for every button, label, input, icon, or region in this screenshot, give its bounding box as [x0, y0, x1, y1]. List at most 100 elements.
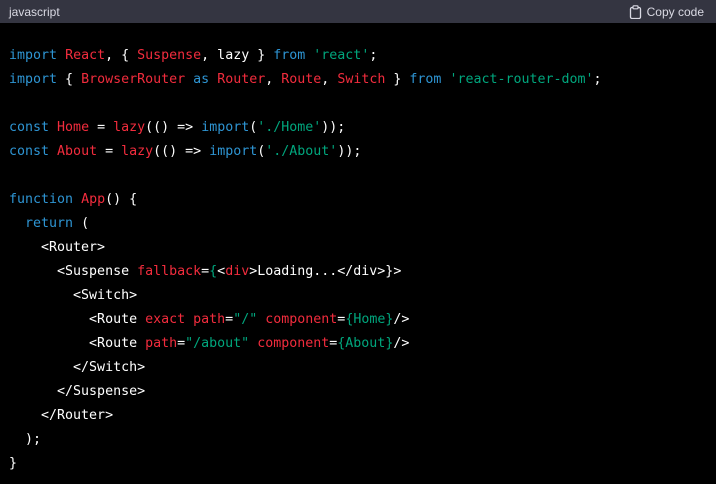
code-line: <Router>: [9, 236, 707, 260]
code-block-header: javascript Copy code: [0, 0, 716, 23]
code-token: =: [97, 144, 122, 159]
code-token: About: [57, 144, 98, 159]
code-token: {Home}: [345, 312, 394, 327]
code-token: './Home': [257, 120, 322, 135]
code-token: component: [265, 312, 338, 327]
code-token: "/about": [185, 336, 250, 351]
code-line: </Suspense>: [9, 380, 707, 404]
code-token: function: [9, 192, 74, 207]
code-token: () {: [105, 192, 138, 207]
code-token: const: [9, 120, 50, 135]
code-line: return (: [9, 212, 707, 236]
code-token: (: [73, 216, 90, 231]
code-line: <Route path="/about" component={About}/>: [9, 332, 707, 356]
clipboard-icon: [629, 4, 641, 19]
code-token: Suspense: [137, 48, 202, 63]
code-token: "/": [233, 312, 258, 327]
code-token: ;: [593, 72, 602, 87]
code-token: <: [217, 264, 226, 279]
code-token: 'react': [313, 48, 370, 63]
code-language-label: javascript: [9, 4, 60, 19]
code-line: </Switch>: [9, 356, 707, 380]
code-token: <Suspense: [9, 264, 138, 279]
code-token: ));: [337, 144, 362, 159]
code-token: path: [145, 336, 178, 351]
code-token: </Router>: [9, 408, 114, 423]
code-token: const: [9, 144, 50, 159]
code-token: from: [409, 72, 442, 87]
code-token: =: [201, 264, 210, 279]
code-token: Switch: [337, 72, 386, 87]
code-token: as: [193, 72, 210, 87]
code-token: from: [273, 48, 306, 63]
code-token: App: [81, 192, 106, 207]
code-token: >Loading...</div>}>: [249, 264, 402, 279]
code-line: const About = lazy(() => import('./About…: [9, 140, 707, 164]
code-token: , {: [105, 48, 138, 63]
code-token: <Route: [9, 312, 146, 327]
code-token: return: [25, 216, 74, 231]
code-line: <Switch>: [9, 284, 707, 308]
code-line: const Home = lazy(() => import('./Home')…: [9, 116, 707, 140]
code-token: Home: [57, 120, 90, 135]
code-token: 'react-router-dom': [449, 72, 594, 87]
code-token: React: [65, 48, 106, 63]
code-token: exact: [145, 312, 186, 327]
copy-code-label: Copy code: [646, 4, 704, 19]
code-line: import { BrowserRouter as Router, Route,…: [9, 68, 707, 92]
code-token: path: [193, 312, 226, 327]
code-token: </Switch>: [9, 360, 146, 375]
code-line: <Route exact path="/" component={Home}/>: [9, 308, 707, 332]
code-token: {: [209, 264, 218, 279]
code-token: <Route: [9, 336, 146, 351]
code-token: import: [9, 72, 58, 87]
code-token: {About}: [337, 336, 394, 351]
code-token: import: [209, 144, 258, 159]
code-token: , lazy }: [201, 48, 274, 63]
code-token: lazy: [121, 144, 154, 159]
code-line: </Router>: [9, 404, 707, 428]
code-token: }: [9, 456, 18, 471]
code-line: }: [9, 452, 707, 476]
code-token: fallback: [137, 264, 202, 279]
code-token: </Suspense>: [9, 384, 146, 399]
code-token: ));: [321, 120, 346, 135]
copy-code-button[interactable]: Copy code: [629, 5, 704, 19]
code-token: }: [385, 72, 410, 87]
code-token: =: [177, 336, 186, 351]
code-token: (() =>: [145, 120, 202, 135]
code-token: (() =>: [153, 144, 210, 159]
code-token: />: [393, 336, 410, 351]
code-token: <Switch>: [9, 288, 138, 303]
code-token: ,: [321, 72, 338, 87]
code-token: />: [393, 312, 410, 327]
code-token: =: [225, 312, 234, 327]
code-token: import: [9, 48, 58, 63]
code-line: );: [9, 428, 707, 452]
code-token: lazy: [113, 120, 146, 135]
code-token: Router: [217, 72, 266, 87]
code-token: ,: [265, 72, 282, 87]
code-line: function App() {: [9, 188, 707, 212]
code-token: <Router>: [9, 240, 106, 255]
code-token: BrowserRouter: [81, 72, 186, 87]
code-token: {: [57, 72, 82, 87]
code-line: <Suspense fallback={<div>Loading...</div…: [9, 260, 707, 284]
code-token: './About': [265, 144, 338, 159]
code-token: Route: [281, 72, 322, 87]
code-token: div: [225, 264, 250, 279]
code-line: import React, { Suspense, lazy } from 'r…: [9, 44, 707, 68]
code-token: import: [201, 120, 250, 135]
code-token: ;: [369, 48, 378, 63]
